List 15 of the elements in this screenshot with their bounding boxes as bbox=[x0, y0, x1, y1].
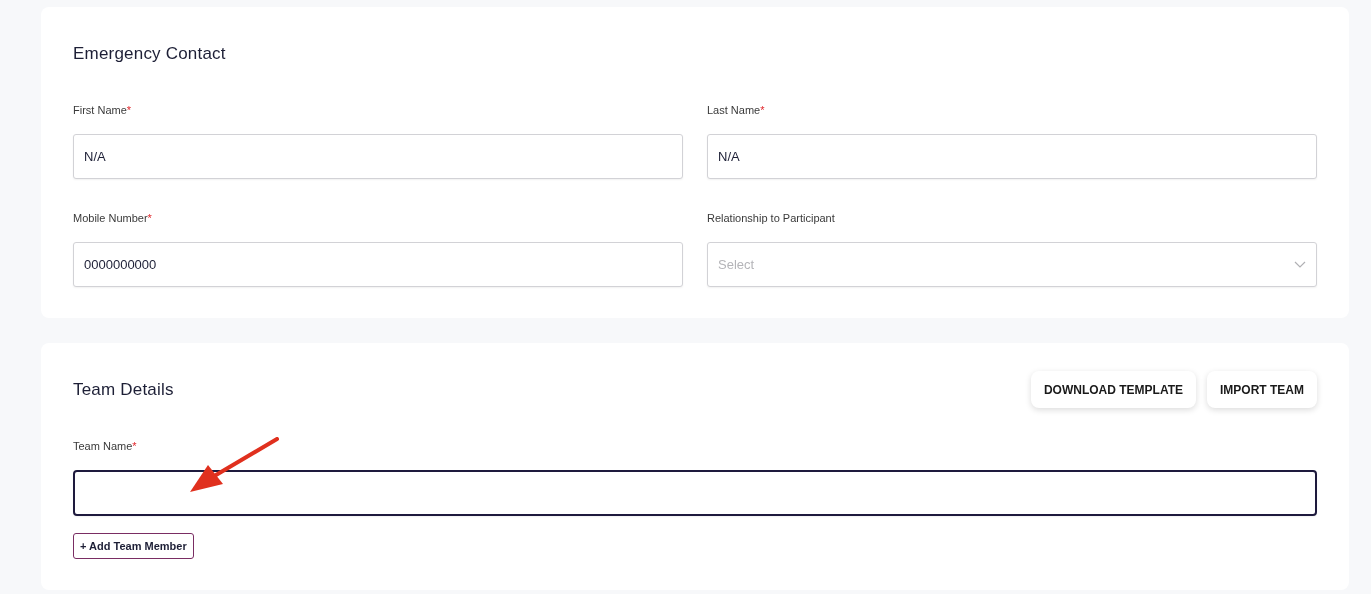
action-button[interactable]: IMPORT TEAM bbox=[1207, 371, 1317, 408]
field-label: Mobile Number* bbox=[73, 211, 152, 226]
field-label: Team Name* bbox=[73, 439, 137, 454]
field-label: First Name* bbox=[73, 103, 132, 118]
field-label: Relationship to Participant bbox=[707, 211, 835, 226]
input-field[interactable]: 0000000000 bbox=[73, 242, 683, 287]
input-field[interactable]: N/A bbox=[73, 134, 683, 179]
section-title: Emergency Contact bbox=[73, 43, 226, 64]
field-label: Last Name* bbox=[707, 103, 765, 118]
input-field[interactable] bbox=[73, 470, 1317, 516]
chevron-down-icon bbox=[1294, 260, 1306, 269]
add-team-member-button[interactable]: + Add Team Member bbox=[73, 533, 194, 559]
section-title: Team Details bbox=[73, 379, 174, 400]
action-button[interactable]: DOWNLOAD TEMPLATE bbox=[1030, 371, 1196, 408]
input-field[interactable]: N/A bbox=[707, 134, 1317, 179]
